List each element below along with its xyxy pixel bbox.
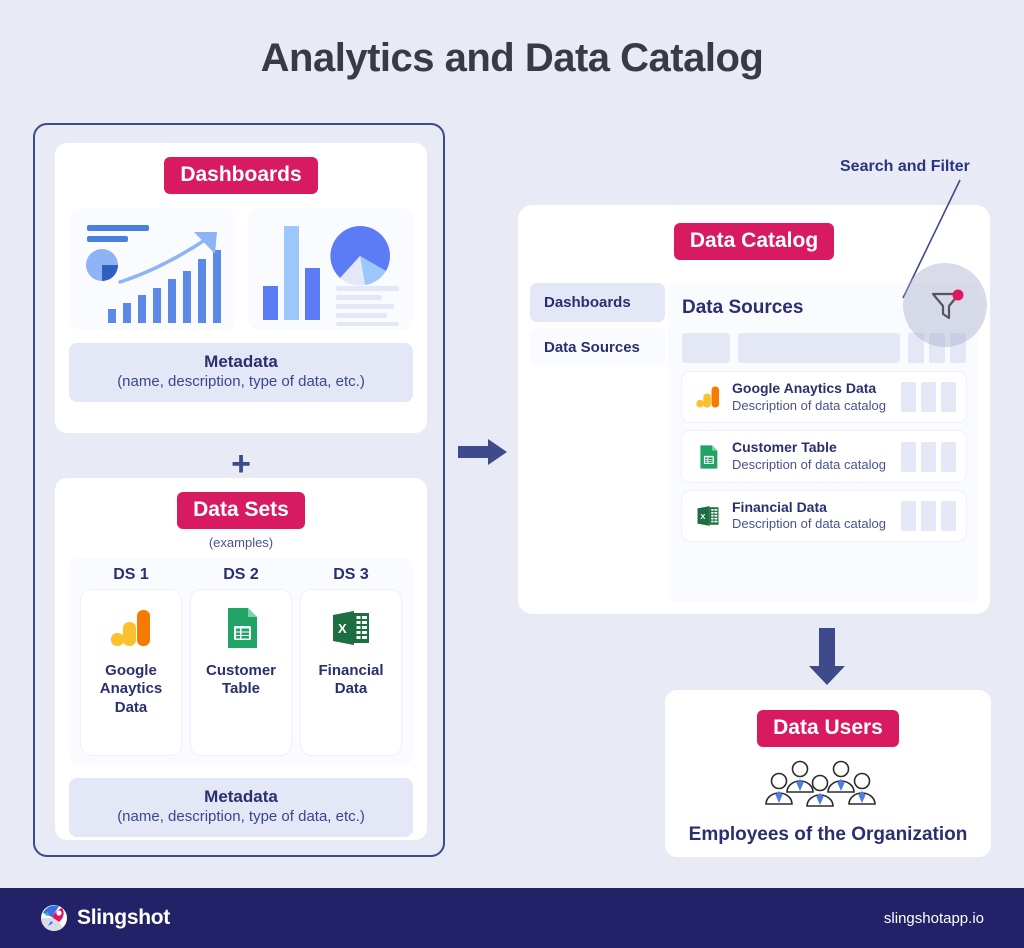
dashboard-previews	[69, 208, 413, 330]
table-row[interactable]: X Financial Data Description of data cat…	[682, 490, 966, 542]
google-analytics-icon	[696, 386, 720, 408]
row-column-bar	[941, 441, 956, 472]
ds-name: Google Anaytics Data	[99, 662, 163, 716]
data-sets-metadata-title: Metadata	[204, 787, 278, 806]
dashboard-preview-growth-chart	[69, 208, 235, 330]
row-column-bar	[901, 382, 916, 413]
brand[interactable]: Slingshot	[40, 904, 170, 932]
ds-label: DS 2	[223, 566, 259, 583]
plus-symbol: +	[231, 445, 251, 483]
dashboards-pill-wrap: Dashboards	[69, 157, 413, 194]
diagram-canvas: Analytics and Data Catalog Dashboards Me…	[0, 0, 1024, 948]
row-text: Google Anaytics Data Description of data…	[732, 380, 891, 414]
row-description: Description of data catalog	[732, 456, 886, 472]
row-title: Google Anaytics Data	[732, 380, 877, 396]
sidebar-item-dashboards[interactable]: Dashboards	[530, 283, 665, 322]
ds-tile: Google Anaytics Data	[81, 590, 181, 755]
header-placeholder-bar	[682, 333, 730, 363]
ds-label: DS 1	[113, 566, 149, 583]
dashboard-preview-report-chart	[247, 208, 413, 330]
row-column-placeholders	[901, 500, 956, 531]
row-column-placeholders	[901, 382, 956, 413]
data-users-card: Data Users Employees of the Organization	[665, 690, 991, 857]
report-chart-icon	[262, 226, 399, 326]
arrow-right-icon	[458, 438, 508, 466]
google-sheets-icon	[700, 444, 718, 469]
slingshot-logo-icon	[41, 905, 67, 931]
data-sets-pill-wrap: Data Sets	[69, 492, 413, 529]
sidebar-item-label: Dashboards	[544, 294, 631, 311]
data-sets-pill: Data Sets	[177, 492, 305, 529]
arrow-down-icon	[808, 628, 846, 686]
ds-tile: X Financial Data	[301, 590, 401, 755]
dashboards-card: Dashboards Metadata (name, description, …	[55, 143, 427, 433]
catalog-sidebar: Dashboards Data Sources	[530, 283, 665, 602]
row-title: Customer Table	[732, 439, 837, 456]
ds-name: Financial Data	[318, 662, 384, 698]
sidebar-item-data-sources[interactable]: Data Sources	[530, 328, 665, 367]
data-set-item: DS 2 Customer Table	[191, 566, 291, 755]
left-panel: Dashboards Metadata (name, description, …	[33, 123, 445, 857]
ds-label: DS 3	[333, 566, 369, 583]
sidebar-item-label: Data Sources	[544, 339, 640, 356]
table-row[interactable]: Google Anaytics Data Description of data…	[682, 372, 966, 423]
filter-funnel-icon[interactable]	[928, 288, 964, 324]
data-set-item: DS 3 X Financial Data	[301, 566, 401, 755]
ds-tile: Customer Table	[191, 590, 291, 755]
data-users-pill: Data Users	[757, 710, 899, 747]
row-column-placeholders	[901, 441, 956, 472]
search-and-filter-label: Search and Filter	[840, 158, 970, 175]
row-column-bar	[941, 500, 956, 531]
data-users-caption: Employees of the Organization	[688, 824, 968, 845]
data-set-item: DS 1 Google Anaytics Data	[81, 566, 181, 755]
dashboards-metadata-title: Metadata	[204, 352, 278, 371]
page-title: Analytics and Data Catalog	[260, 36, 764, 80]
ds-name: Customer Table	[205, 662, 276, 698]
google-sheets-icon	[228, 608, 257, 648]
google-analytics-icon	[111, 610, 150, 646]
header-placeholder-bar	[738, 333, 900, 363]
row-description: Description of data catalog	[732, 397, 886, 413]
svg-text:X: X	[338, 621, 347, 636]
row-column-bar	[921, 500, 936, 531]
row-column-bar	[901, 500, 916, 531]
row-description: Description of data catalog	[732, 516, 886, 532]
data-sets-metadata-subtitle: (name, description, type of data, etc.)	[117, 808, 365, 826]
table-row[interactable]: Customer Table Description of data catal…	[682, 431, 966, 482]
group-of-people-icon	[665, 759, 991, 816]
row-text: Customer Table Description of data catal…	[732, 439, 891, 473]
footer-url[interactable]: slingshotapp.io	[884, 910, 984, 927]
growth-chart-icon	[85, 225, 221, 323]
examples-label: (examples)	[208, 535, 274, 550]
dashboards-pill: Dashboards	[164, 157, 318, 194]
data-sets-metadata-box: Metadata (name, description, type of dat…	[69, 778, 413, 837]
dashboards-metadata-subtitle: (name, description, type of data, etc.)	[117, 373, 365, 391]
row-column-bar	[921, 441, 936, 472]
svg-text:X: X	[700, 512, 705, 521]
footer-bar: Slingshot slingshotapp.io	[0, 888, 1024, 948]
data-set-tiles: DS 1 Google Anaytics Data DS 2 Customer …	[69, 558, 413, 765]
dashboards-metadata-box: Metadata (name, description, type of dat…	[69, 343, 413, 402]
row-column-bar	[921, 382, 936, 413]
excel-icon: X	[697, 506, 719, 526]
data-catalog-body: Dashboards Data Sources Data Sources Goo…	[530, 283, 978, 602]
row-column-bar	[941, 382, 956, 413]
row-column-bar	[901, 441, 916, 472]
data-sets-card: Data Sets (examples) DS 1 Google Anaytic…	[55, 478, 427, 840]
excel-icon: X	[333, 611, 369, 645]
row-text: Financial Data Description of data catal…	[732, 499, 891, 533]
row-title: Financial Data	[732, 498, 827, 515]
brand-name: Slingshot	[77, 906, 170, 929]
data-catalog-pill: Data Catalog	[673, 223, 835, 260]
